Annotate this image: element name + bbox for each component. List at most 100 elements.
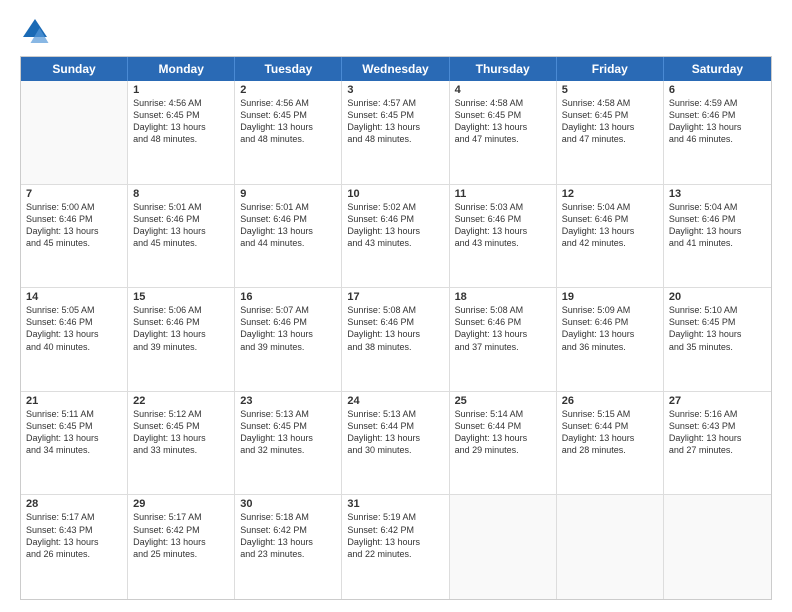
daylight: Daylight: 13 hours [26,225,122,237]
minutes: and 48 minutes. [347,133,443,145]
daylight: Daylight: 13 hours [240,328,336,340]
sunrise: Sunrise: 5:14 AM [455,408,551,420]
sunset: Sunset: 6:46 PM [455,316,551,328]
minutes: and 28 minutes. [562,444,658,456]
sunrise: Sunrise: 5:00 AM [26,201,122,213]
sunset: Sunset: 6:42 PM [133,524,229,536]
day-number: 9 [240,188,336,200]
daylight: Daylight: 13 hours [240,225,336,237]
minutes: and 37 minutes. [455,341,551,353]
daylight: Daylight: 13 hours [455,432,551,444]
sunset: Sunset: 6:46 PM [562,316,658,328]
daylight: Daylight: 13 hours [133,536,229,548]
day-number: 28 [26,498,122,510]
sunrise: Sunrise: 5:06 AM [133,304,229,316]
minutes: and 42 minutes. [562,237,658,249]
calendar-day-2: 2 Sunrise: 4:56 AM Sunset: 6:45 PM Dayli… [235,81,342,184]
calendar-day-5: 5 Sunrise: 4:58 AM Sunset: 6:45 PM Dayli… [557,81,664,184]
calendar-day-16: 16 Sunrise: 5:07 AM Sunset: 6:46 PM Dayl… [235,288,342,391]
page: SundayMondayTuesdayWednesdayThursdayFrid… [0,0,792,612]
sunset: Sunset: 6:46 PM [240,213,336,225]
calendar-week-2: 7 Sunrise: 5:00 AM Sunset: 6:46 PM Dayli… [21,185,771,289]
day-number: 17 [347,291,443,303]
calendar-day-30: 30 Sunrise: 5:18 AM Sunset: 6:42 PM Dayl… [235,495,342,599]
sunrise: Sunrise: 4:57 AM [347,97,443,109]
sunrise: Sunrise: 4:56 AM [133,97,229,109]
day-number: 8 [133,188,229,200]
sunrise: Sunrise: 4:58 AM [455,97,551,109]
minutes: and 30 minutes. [347,444,443,456]
daylight: Daylight: 13 hours [133,328,229,340]
sunset: Sunset: 6:45 PM [26,420,122,432]
minutes: and 41 minutes. [669,237,766,249]
daylight: Daylight: 13 hours [240,121,336,133]
calendar-day-17: 17 Sunrise: 5:08 AM Sunset: 6:46 PM Dayl… [342,288,449,391]
sunrise: Sunrise: 5:04 AM [562,201,658,213]
sunrise: Sunrise: 5:11 AM [26,408,122,420]
day-number: 26 [562,395,658,407]
calendar-header: SundayMondayTuesdayWednesdayThursdayFrid… [21,57,771,81]
calendar-week-3: 14 Sunrise: 5:05 AM Sunset: 6:46 PM Dayl… [21,288,771,392]
daylight: Daylight: 13 hours [240,536,336,548]
daylight: Daylight: 13 hours [240,432,336,444]
sunrise: Sunrise: 4:58 AM [562,97,658,109]
sunrise: Sunrise: 5:07 AM [240,304,336,316]
calendar-day-20: 20 Sunrise: 5:10 AM Sunset: 6:45 PM Dayl… [664,288,771,391]
calendar-day-12: 12 Sunrise: 5:04 AM Sunset: 6:46 PM Dayl… [557,185,664,288]
minutes: and 45 minutes. [26,237,122,249]
day-header-thursday: Thursday [450,57,557,81]
sunrise: Sunrise: 5:17 AM [133,511,229,523]
calendar-day-18: 18 Sunrise: 5:08 AM Sunset: 6:46 PM Dayl… [450,288,557,391]
minutes: and 34 minutes. [26,444,122,456]
calendar-day-29: 29 Sunrise: 5:17 AM Sunset: 6:42 PM Dayl… [128,495,235,599]
calendar-day-3: 3 Sunrise: 4:57 AM Sunset: 6:45 PM Dayli… [342,81,449,184]
minutes: and 47 minutes. [455,133,551,145]
day-header-monday: Monday [128,57,235,81]
day-header-friday: Friday [557,57,664,81]
daylight: Daylight: 13 hours [562,432,658,444]
calendar-week-4: 21 Sunrise: 5:11 AM Sunset: 6:45 PM Dayl… [21,392,771,496]
sunset: Sunset: 6:45 PM [133,109,229,121]
logo [20,16,54,46]
calendar-day-31: 31 Sunrise: 5:19 AM Sunset: 6:42 PM Dayl… [342,495,449,599]
daylight: Daylight: 13 hours [669,328,766,340]
day-number: 20 [669,291,766,303]
minutes: and 39 minutes. [240,341,336,353]
sunset: Sunset: 6:46 PM [562,213,658,225]
minutes: and 48 minutes. [240,133,336,145]
sunrise: Sunrise: 5:10 AM [669,304,766,316]
sunset: Sunset: 6:45 PM [455,109,551,121]
sunrise: Sunrise: 5:09 AM [562,304,658,316]
sunrise: Sunrise: 5:04 AM [669,201,766,213]
day-number: 5 [562,84,658,96]
minutes: and 26 minutes. [26,548,122,560]
minutes: and 33 minutes. [133,444,229,456]
day-number: 24 [347,395,443,407]
daylight: Daylight: 13 hours [133,121,229,133]
minutes: and 43 minutes. [347,237,443,249]
minutes: and 23 minutes. [240,548,336,560]
daylight: Daylight: 13 hours [347,121,443,133]
calendar-day-23: 23 Sunrise: 5:13 AM Sunset: 6:45 PM Dayl… [235,392,342,495]
sunset: Sunset: 6:43 PM [26,524,122,536]
sunset: Sunset: 6:44 PM [562,420,658,432]
minutes: and 44 minutes. [240,237,336,249]
day-number: 3 [347,84,443,96]
day-number: 10 [347,188,443,200]
calendar-day-7: 7 Sunrise: 5:00 AM Sunset: 6:46 PM Dayli… [21,185,128,288]
day-number: 14 [26,291,122,303]
day-number: 1 [133,84,229,96]
sunset: Sunset: 6:43 PM [669,420,766,432]
daylight: Daylight: 13 hours [133,225,229,237]
sunrise: Sunrise: 5:01 AM [240,201,336,213]
calendar-empty [450,495,557,599]
daylight: Daylight: 13 hours [562,328,658,340]
calendar-day-26: 26 Sunrise: 5:15 AM Sunset: 6:44 PM Dayl… [557,392,664,495]
sunrise: Sunrise: 5:03 AM [455,201,551,213]
sunset: Sunset: 6:45 PM [347,109,443,121]
calendar: SundayMondayTuesdayWednesdayThursdayFrid… [20,56,772,600]
daylight: Daylight: 13 hours [347,536,443,548]
sunset: Sunset: 6:44 PM [455,420,551,432]
sunset: Sunset: 6:42 PM [347,524,443,536]
minutes: and 40 minutes. [26,341,122,353]
